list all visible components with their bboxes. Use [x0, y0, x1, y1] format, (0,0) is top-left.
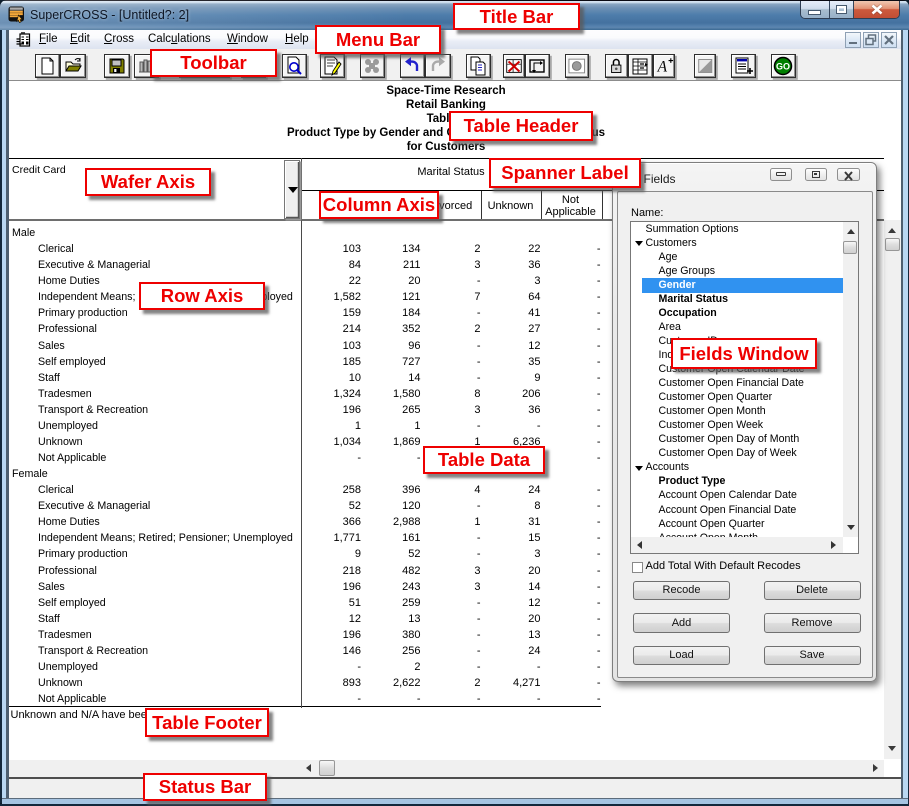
svg-text:A: A	[656, 58, 667, 75]
svg-text:GO: GO	[776, 61, 790, 71]
